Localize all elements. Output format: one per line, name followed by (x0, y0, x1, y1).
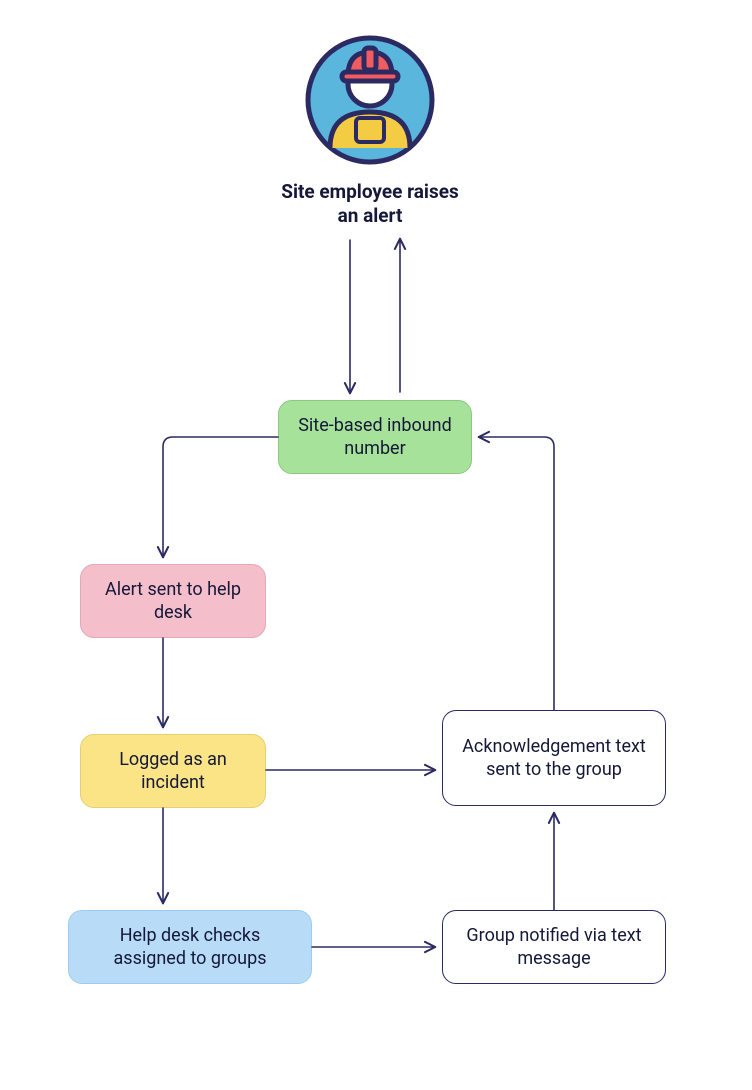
flow-diagram: Site employee raises an alert Site-based… (0, 0, 752, 1090)
arrows (0, 0, 752, 1090)
